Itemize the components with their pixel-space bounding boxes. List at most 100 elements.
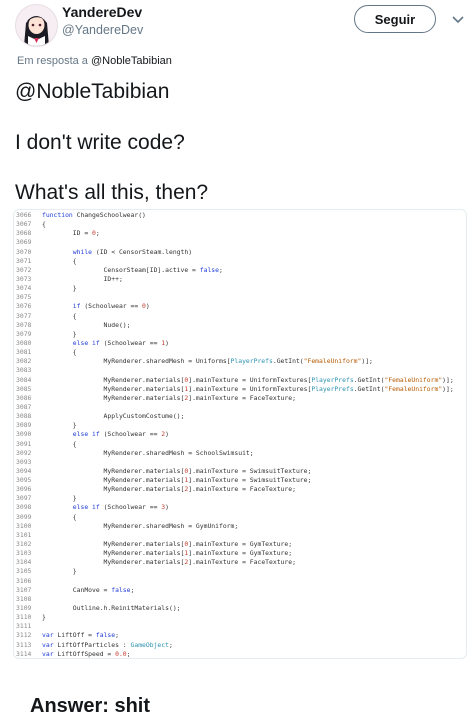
code-token: CanMove = — [42, 585, 112, 594]
code-line: 3079 } — [14, 330, 77, 339]
code-token: { — [42, 256, 77, 265]
code-line: 3088 ApplyCustomCostume(); — [14, 412, 184, 421]
code-line: 3105 } — [14, 567, 77, 576]
code-token: ) — [165, 430, 169, 439]
code-token: .GetInt( — [353, 384, 385, 393]
code-line: 3080 else if (Schoolwear == 1) — [14, 339, 169, 348]
tweet-text-line: I don't write code? — [15, 131, 185, 154]
code-token: ].mainTexture = GymTexture; — [188, 549, 293, 558]
code-token: 0.0 — [115, 649, 127, 658]
display-name[interactable]: YandereDev — [62, 4, 142, 20]
reply-mention-link[interactable]: @NobleTabibian — [91, 55, 172, 67]
reply-context: Em resposta a @NobleTabibian — [17, 55, 172, 67]
code-token: MyRenderer.materials[ — [42, 540, 185, 549]
code-token: GameObject — [130, 640, 169, 649]
line-number: 3094 — [16, 466, 32, 475]
code-line: 3097 } — [14, 494, 77, 503]
code-line: 3099 { — [14, 513, 77, 522]
code-token: ) — [165, 503, 169, 512]
code-token: ].mainTexture = UniformTextures[ — [188, 375, 312, 384]
code-token: )]; — [442, 384, 454, 393]
line-number: 3098 — [16, 503, 32, 512]
line-number: 3103 — [16, 549, 32, 558]
code-line: 3100 MyRenderer.sharedMesh = GymUniform; — [14, 522, 238, 531]
code-token: ID++; — [42, 274, 123, 283]
line-number: 3079 — [16, 329, 32, 338]
line-number: 3102 — [16, 540, 32, 549]
code-token: )]; — [442, 375, 454, 384]
code-token: PlayerPrefs — [311, 375, 354, 384]
code-line: 3103 MyRenderer.materials[1].mainTexture… — [14, 549, 292, 558]
line-number: 3066 — [16, 211, 32, 219]
code-token: var — [42, 649, 54, 658]
code-token: "FemaleUniform" — [303, 357, 362, 366]
code-line: 3076 if (Schoolwear == 0) — [14, 302, 150, 311]
code-token: MyRenderer.sharedMesh = GymUniform; — [42, 521, 239, 530]
line-number: 3112 — [16, 631, 32, 640]
code-screenshot[interactable]: 3066 function ChangeSchoolwear() 3067 {3068… — [13, 209, 467, 659]
code-line: 3085 MyRenderer.materials[1].mainTexture… — [14, 385, 454, 394]
line-number: 3071 — [16, 256, 32, 265]
code-token: ].mainTexture = FaceTexture; — [188, 558, 296, 567]
line-number: 3078 — [16, 320, 32, 329]
line-number: 3091 — [16, 439, 32, 448]
line-number: 3088 — [16, 412, 32, 421]
code-token: false — [95, 631, 116, 640]
code-token: { — [42, 311, 77, 320]
code-token: ; — [95, 229, 100, 238]
code-token: { — [42, 439, 77, 448]
code-line: 3113 var LiftOffParticles : GameObject; — [14, 641, 173, 650]
code-token: while — [72, 247, 93, 256]
code-token: } — [42, 284, 77, 293]
code-line: 3096 MyRenderer.materials[2].mainTexture… — [14, 485, 296, 494]
code-token: { — [42, 220, 46, 229]
code-token: ) — [145, 302, 150, 311]
code-line: 3073 ID++; — [14, 275, 123, 284]
line-number: 3092 — [16, 448, 32, 457]
line-number: 3106 — [16, 576, 32, 585]
line-number: 3105 — [16, 567, 32, 576]
code-line: 3078 Nude(); — [14, 321, 131, 330]
code-token: false — [111, 585, 131, 594]
code-token: ) — [165, 338, 169, 347]
line-number: 3101 — [16, 530, 32, 539]
code-token: false — [199, 265, 219, 274]
line-number: 3108 — [16, 594, 32, 603]
line-number: 3069 — [16, 238, 32, 247]
line-number: 3096 — [16, 485, 32, 494]
code-token: else if — [72, 503, 100, 512]
code-line: 3086 MyRenderer.materials[2].mainTexture… — [14, 394, 296, 403]
code-token: ; — [126, 649, 131, 658]
line-number: 3110 — [16, 613, 32, 622]
code-line: 3090 else if (Schoolwear == 2) — [14, 430, 169, 439]
code-line: 3094 MyRenderer.materials[0].mainTexture… — [14, 467, 311, 476]
reply-prefix: Em resposta a — [17, 55, 91, 67]
code-token: MyRenderer.materials[ — [42, 384, 185, 393]
code-token: var — [42, 640, 54, 649]
code-token: .GetInt( — [353, 375, 385, 384]
code-token: } — [42, 613, 46, 622]
code-token: } — [42, 421, 77, 430]
line-number: 3095 — [16, 476, 32, 485]
avatar[interactable] — [15, 4, 58, 47]
code-token: ; — [168, 640, 173, 649]
line-number: 3089 — [16, 421, 32, 430]
line-number: 3111 — [16, 622, 32, 631]
code-token: ].mainTexture = FaceTexture; — [188, 393, 296, 402]
code-token: ].mainTexture = FaceTexture; — [188, 485, 296, 494]
code-token: else if — [72, 430, 100, 439]
code-token: (Schoolwear == — [99, 430, 162, 439]
follow-button[interactable]: Seguir — [354, 5, 436, 33]
code-token: var — [42, 631, 54, 640]
user-handle[interactable]: @YandereDev — [62, 23, 143, 37]
line-number: 3090 — [16, 430, 32, 439]
code-token: (ID < CensorSteam.length) — [92, 247, 193, 256]
chevron-down-icon[interactable] — [450, 11, 466, 27]
code-token: "FemaleUniform" — [384, 375, 443, 384]
code-line: 3072 CensorSteam[ID].active = false; — [14, 266, 223, 275]
line-number: 3085 — [16, 384, 32, 393]
tweet-text-mention[interactable]: @NobleTabibian — [15, 80, 169, 104]
